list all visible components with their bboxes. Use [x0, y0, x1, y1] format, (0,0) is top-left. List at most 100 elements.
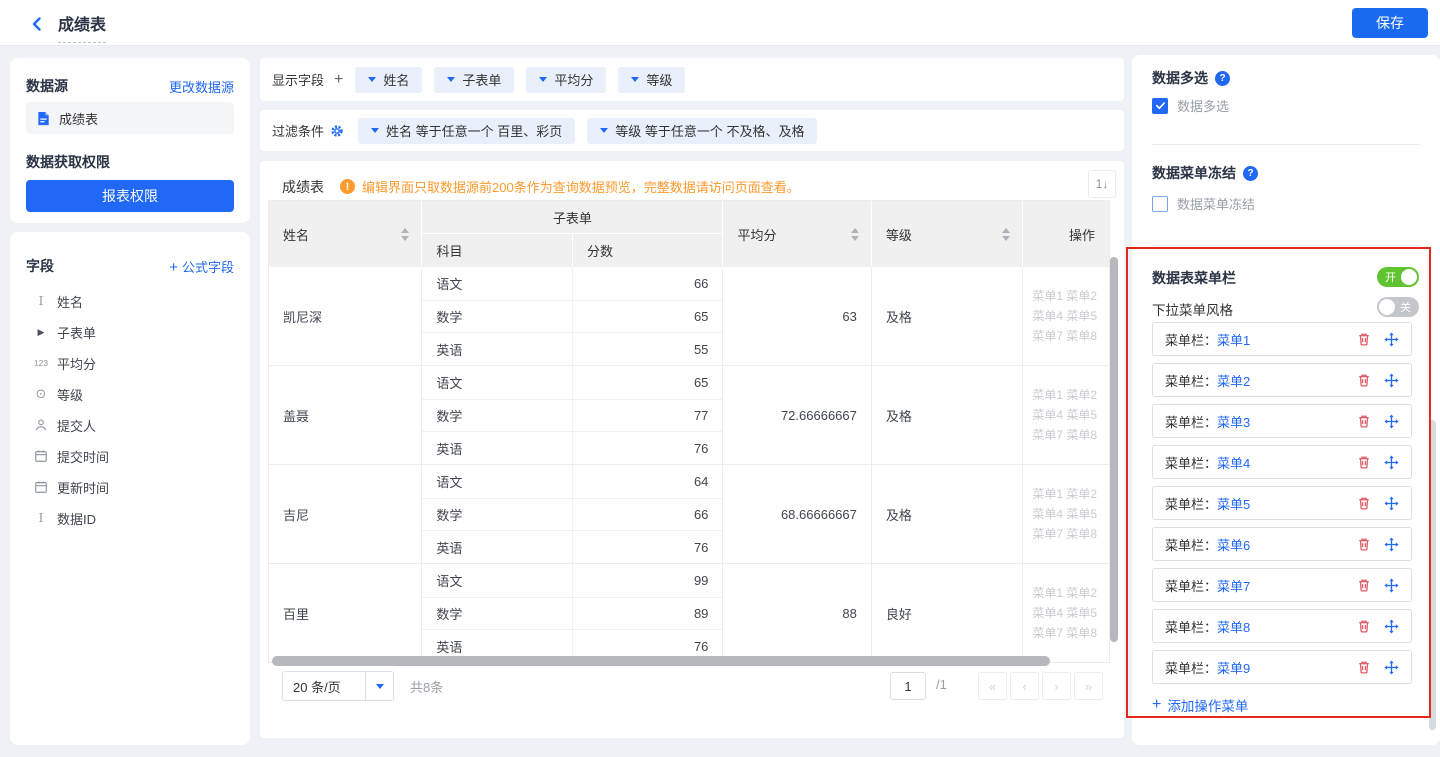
display-field-chip[interactable]: 平均分 — [526, 67, 606, 93]
field-item-update-time[interactable]: 更新时间 — [10, 474, 250, 500]
column-header-average[interactable]: 平均分 — [723, 201, 871, 267]
menu-bar-toggle-on[interactable]: 开 — [1377, 267, 1419, 287]
row-menu-links[interactable]: 菜单4 菜单5 — [1032, 604, 1097, 623]
column-header-grade[interactable]: 等级 — [872, 201, 1023, 267]
change-datasource-link[interactable]: 更改数据源 — [169, 77, 234, 96]
menu-name-link[interactable]: 菜单9 — [1217, 658, 1250, 677]
add-display-field-button[interactable]: + — [334, 71, 343, 89]
add-action-menu-link[interactable]: + 添加操作菜单 — [1152, 695, 1248, 715]
menu-bar-item: 菜单栏：菜单3 — [1152, 404, 1412, 438]
field-item-submit-time[interactable]: 提交时间 — [10, 443, 250, 469]
row-menu-links[interactable]: 菜单4 菜单5 — [1032, 505, 1097, 524]
last-page-button[interactable]: » — [1074, 672, 1103, 700]
prev-page-button[interactable]: ‹ — [1010, 672, 1039, 700]
report-permission-button[interactable]: 报表权限 — [26, 180, 234, 212]
checkbox-checked-icon[interactable] — [1152, 98, 1168, 114]
move-icon[interactable] — [1384, 537, 1399, 552]
field-item-grade[interactable]: ⊙ 等级 — [10, 381, 250, 407]
filter-chip[interactable]: 等级 等于任意一个 不及格、及格 — [587, 118, 817, 144]
trash-icon[interactable] — [1357, 496, 1371, 510]
trash-icon[interactable] — [1357, 537, 1371, 551]
table-row: 盖聂 语文65 数学77 英语76 72.66666667 及格 菜单1 菜单2… — [269, 366, 1109, 465]
sort-order-button[interactable]: 1↓ — [1088, 170, 1116, 198]
menu-name-link[interactable]: 菜单6 — [1217, 535, 1250, 554]
menu-name-link[interactable]: 菜单7 — [1217, 576, 1250, 595]
cell-subject: 语文 — [422, 564, 573, 597]
row-menu-links[interactable]: 菜单7 菜单8 — [1032, 525, 1097, 544]
trash-icon[interactable] — [1357, 660, 1371, 674]
multi-select-checkbox-row[interactable]: 数据多选 — [1152, 96, 1229, 115]
row-menu-links[interactable]: 菜单1 菜单2 — [1032, 386, 1097, 405]
menu-name-link[interactable]: 菜单1 — [1217, 330, 1250, 349]
help-icon[interactable]: ? — [1243, 166, 1258, 181]
menu-name-link[interactable]: 菜单8 — [1217, 617, 1250, 636]
move-icon[interactable] — [1384, 373, 1399, 388]
row-menu-links[interactable]: 菜单7 菜单8 — [1032, 327, 1097, 346]
sort-carets-icon[interactable] — [401, 228, 409, 241]
move-icon[interactable] — [1384, 332, 1399, 347]
settings-panel: 数据多选 ? 数据多选 数据菜单冻结 ? 数据菜单冻结 数据表菜单栏 开 下拉菜… — [1132, 55, 1440, 745]
display-field-chip[interactable]: 姓名 — [355, 67, 422, 93]
field-item-submitter[interactable]: 提交人 — [10, 412, 250, 438]
datasource-item[interactable]: 成绩表 — [26, 102, 234, 134]
field-item-name[interactable]: I 姓名 — [10, 288, 250, 314]
next-page-button[interactable]: › — [1042, 672, 1071, 700]
row-menu-links[interactable]: 菜单1 菜单2 — [1032, 485, 1097, 504]
plus-icon: + — [169, 259, 178, 276]
expander-icon[interactable]: ▶ — [32, 327, 50, 338]
row-menu-links[interactable]: 菜单4 菜单5 — [1032, 307, 1097, 326]
menu-freeze-title: 数据菜单冻结 ? — [1152, 163, 1258, 183]
trash-icon[interactable] — [1357, 619, 1371, 633]
move-icon[interactable] — [1384, 578, 1399, 593]
dropdown-style-toggle-off[interactable]: 关 — [1377, 297, 1419, 317]
trash-icon[interactable] — [1357, 455, 1371, 469]
trash-icon[interactable] — [1357, 332, 1371, 346]
back-button[interactable] — [26, 13, 48, 35]
move-icon[interactable] — [1384, 414, 1399, 429]
filter-chip[interactable]: 姓名 等于任意一个 百里、彩页 — [358, 118, 575, 144]
row-menu-links[interactable]: 菜单1 菜单2 — [1032, 287, 1097, 306]
fields-panel: 字段 +公式字段 I 姓名 ▶ 子表单 123 平均分 ⊙ 等级 提交人 提交时… — [10, 232, 250, 745]
sort-carets-icon[interactable] — [851, 228, 859, 241]
page-number-input[interactable]: 1 — [890, 672, 926, 700]
menu-name-link[interactable]: 菜单3 — [1217, 412, 1250, 431]
trash-icon[interactable] — [1357, 578, 1371, 592]
column-header-name[interactable]: 姓名 — [269, 201, 422, 267]
move-icon[interactable] — [1384, 455, 1399, 470]
formula-field-link[interactable]: +公式字段 — [169, 257, 234, 276]
row-menu-links[interactable]: 菜单7 菜单8 — [1032, 426, 1097, 445]
menu-name-link[interactable]: 菜单4 — [1217, 453, 1250, 472]
display-field-chip[interactable]: 子表单 — [434, 67, 514, 93]
menu-name-link[interactable]: 菜单2 — [1217, 371, 1250, 390]
page-size-select[interactable]: 20 条/页 — [282, 671, 394, 701]
trash-icon[interactable] — [1357, 373, 1371, 387]
help-icon[interactable]: ? — [1215, 71, 1230, 86]
row-menu-links[interactable]: 菜单1 菜单2 — [1032, 584, 1097, 603]
horizontal-scrollbar[interactable] — [272, 656, 1050, 666]
save-button[interactable]: 保存 — [1352, 8, 1428, 38]
checkbox-unchecked-icon[interactable] — [1152, 196, 1168, 212]
move-icon[interactable] — [1384, 496, 1399, 511]
page-title[interactable]: 成绩表 — [58, 11, 106, 43]
menu-freeze-checkbox-row[interactable]: 数据菜单冻结 — [1152, 194, 1255, 213]
cell-name: 吉尼 — [269, 465, 422, 563]
move-icon[interactable] — [1384, 660, 1399, 675]
display-field-chip[interactable]: 等级 — [618, 67, 685, 93]
first-page-button[interactable]: « — [978, 672, 1007, 700]
divider — [1152, 245, 1420, 246]
gear-icon[interactable] — [330, 124, 344, 138]
field-item-average[interactable]: 123 平均分 — [10, 350, 250, 376]
field-item-data-id[interactable]: I 数据ID — [10, 505, 250, 531]
field-item-subform[interactable]: ▶ 子表单 — [10, 319, 250, 345]
row-menu-links[interactable]: 菜单7 菜单8 — [1032, 624, 1097, 643]
chevron-down-icon — [631, 77, 639, 82]
move-icon[interactable] — [1384, 619, 1399, 634]
sort-carets-icon[interactable] — [1002, 228, 1010, 241]
menu-name-link[interactable]: 菜单5 — [1217, 494, 1250, 513]
table-title: 成绩表 — [282, 177, 324, 197]
vertical-scrollbar[interactable] — [1110, 257, 1118, 642]
row-menu-links[interactable]: 菜单4 菜单5 — [1032, 406, 1097, 425]
divider — [1152, 144, 1420, 145]
panel-scrollbar[interactable] — [1429, 420, 1436, 730]
trash-icon[interactable] — [1357, 414, 1371, 428]
